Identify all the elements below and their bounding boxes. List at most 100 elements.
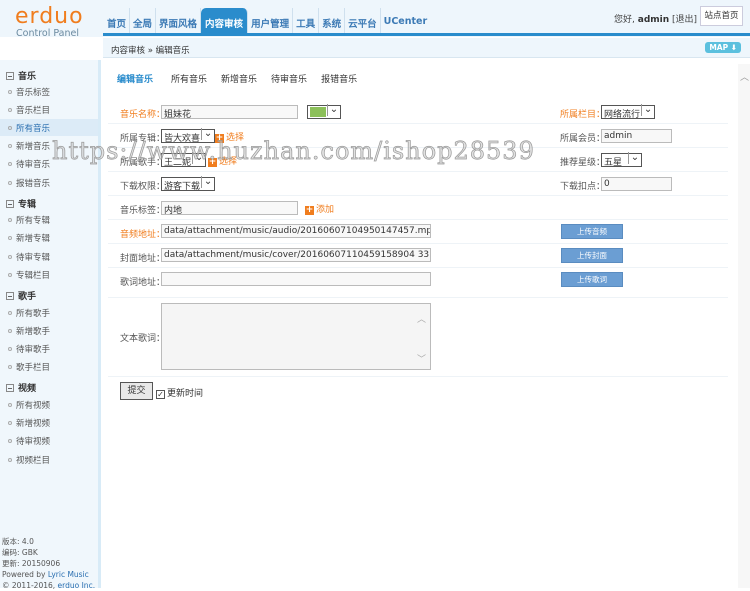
sidebar-item[interactable]: 新增音乐 [0, 137, 98, 154]
collapse-icon [6, 384, 14, 392]
color-swatch [310, 107, 326, 117]
sidebar-item-label: 歌手栏目 [16, 363, 51, 373]
member-input[interactable]: admin [601, 129, 672, 143]
music-name-input[interactable]: 姐妹花 [161, 105, 298, 119]
logo-subtitle: Control Panel [16, 28, 79, 39]
audio-label: 音频地址： [120, 230, 166, 240]
sidebar-item[interactable]: 待审专辑 [0, 248, 98, 265]
sidebar-item[interactable]: 待审视频 [0, 432, 98, 449]
nav-style[interactable]: 界面风格 [156, 8, 202, 34]
choose-label: 选择 [219, 157, 238, 167]
text-lyrics-textarea[interactable]: ︿ ﹀ [161, 303, 431, 370]
nav-cloud[interactable]: 云平台 [345, 8, 381, 34]
sidebar-item-label: 新增视频 [16, 419, 51, 429]
sidebar-item[interactable]: 待审歌手 [0, 340, 98, 357]
tab-all-music[interactable]: 所有音乐 [171, 72, 207, 85]
group-title: 视频 [18, 384, 37, 394]
plus-icon: + [215, 133, 224, 143]
sidebar-item[interactable]: 待审音乐 [0, 155, 98, 172]
scroll-up-icon[interactable]: ︿ [417, 312, 426, 325]
form-row: 封面地址： data/attachment/music/cover/201606… [108, 244, 728, 268]
bullet-icon [8, 458, 12, 462]
sidebar-group-album[interactable]: 专辑 [6, 197, 36, 210]
sidebar-item[interactable]: 新增视频 [0, 414, 98, 431]
album-select[interactable]: 皆大欢喜 [161, 128, 216, 144]
album-choose-button[interactable]: + 选择 [215, 130, 244, 143]
nav-content-review[interactable]: 内容审核 [201, 8, 249, 34]
download-points-input[interactable]: 0 [601, 177, 672, 191]
nav-system[interactable]: 系统 [319, 8, 346, 34]
nav-global[interactable]: 全局 [130, 8, 157, 34]
nav-ucenter[interactable]: UCenter [381, 8, 431, 34]
title-color-select[interactable] [307, 104, 341, 119]
sidebar-item[interactable]: 新增专辑 [0, 229, 98, 246]
category-select[interactable]: 网络流行 [601, 104, 656, 120]
checkbox-checked-icon: ✓ [156, 390, 165, 399]
copyright-link[interactable]: erduo Inc. [58, 581, 96, 590]
sidebar-item-label: 专辑栏目 [16, 271, 51, 281]
sidebar-item[interactable]: 音乐标签 [0, 83, 98, 100]
breadcrumb-current: 编辑音乐 [155, 46, 190, 56]
choose-label: 选择 [226, 133, 245, 143]
breadcrumb-parent[interactable]: 内容审核 [111, 46, 145, 56]
version: 版本: 4.0 [2, 537, 34, 546]
cover-url-input[interactable]: data/attachment/music/cover/201606071104… [161, 248, 431, 262]
tab-error-music[interactable]: 报错音乐 [321, 72, 357, 85]
sidebar-item[interactable]: 所有视频 [0, 396, 98, 413]
bullet-icon [8, 90, 12, 94]
submit-button[interactable]: 提交 [120, 382, 153, 400]
plus-icon: + [305, 205, 314, 215]
site-home-button[interactable]: 站点首页 [700, 6, 743, 26]
scroll-up-icon[interactable]: ︿ [740, 70, 749, 83]
bullet-icon [8, 347, 12, 351]
star-select[interactable]: 五星 [601, 152, 642, 168]
tab-pending-music[interactable]: 待审音乐 [271, 72, 307, 85]
logo[interactable]: erduo Control Panel [15, 6, 84, 40]
upload-cover-button[interactable]: 上传封面 [561, 248, 623, 263]
sidebar-item[interactable]: 视频栏目 [0, 451, 98, 468]
scroll-down-icon[interactable]: ﹀ [417, 352, 426, 365]
sidebar-item-label: 所有视频 [16, 401, 51, 411]
sidebar-item[interactable]: 歌手栏目 [0, 358, 98, 375]
nav-tools[interactable]: 工具 [293, 8, 320, 34]
sidebar-group-music[interactable]: 音乐 [6, 69, 36, 82]
username: admin [637, 15, 670, 25]
download-permission-select[interactable]: 游客下载 [161, 176, 216, 192]
sidebar-group-singer[interactable]: 歌手 [6, 289, 36, 302]
group-title: 音乐 [18, 72, 37, 82]
page-scrollbar[interactable]: ︿ [738, 64, 750, 588]
collapse-icon [6, 292, 14, 300]
map-button[interactable]: MAP ⬇ [705, 42, 741, 53]
upload-audio-button[interactable]: 上传音频 [561, 224, 623, 239]
update-time-checkbox[interactable]: ✓ 更新时间 [156, 386, 203, 399]
sidebar-item[interactable]: 专辑栏目 [0, 266, 98, 283]
audio-url-input[interactable]: data/attachment/music/audio/201606071049… [161, 224, 431, 238]
sidebar-item[interactable]: 所有专辑 [0, 211, 98, 228]
logout-link[interactable]: [退出] [672, 15, 697, 25]
powered-link[interactable]: Lyric Music [48, 570, 89, 579]
main-nav: 首页 全局 界面风格 内容审核 用户管理 工具 系统 云平台 UCenter [104, 8, 430, 34]
tab-edit-music[interactable]: 编辑音乐 [117, 72, 153, 85]
nav-home[interactable]: 首页 [104, 8, 131, 34]
sidebar-item[interactable]: 音乐栏目 [0, 101, 98, 118]
bullet-icon [8, 439, 12, 443]
breadcrumb-separator: » [147, 46, 153, 56]
tab-new-music[interactable]: 新增音乐 [221, 72, 257, 85]
sidebar-item-active[interactable]: 所有音乐 [0, 119, 98, 136]
sidebar-item[interactable]: 新增歌手 [0, 322, 98, 339]
singer-choose-button[interactable]: + 选择 [208, 154, 237, 167]
powered-by: Powered by [2, 570, 48, 579]
nav-users[interactable]: 用户管理 [248, 8, 294, 34]
form-row: 所属专辑： 皆大欢喜 +选择 所属会员： admin [108, 124, 728, 148]
tag-input[interactable]: 内地 [161, 201, 298, 215]
tag-add-button[interactable]: + 添加 [305, 202, 334, 215]
sidebar-group-video[interactable]: 视频 [6, 381, 36, 394]
sidebar-item[interactable]: 报错音乐 [0, 174, 98, 191]
lyrics-url-input[interactable] [161, 272, 431, 286]
upload-lyrics-button[interactable]: 上传歌词 [561, 272, 623, 287]
sidebar-item[interactable]: 所有歌手 [0, 304, 98, 321]
collapse-icon [6, 200, 14, 208]
nav-underline [103, 33, 750, 36]
bullet-icon [8, 218, 12, 222]
singer-select[interactable]: 王二妮 [161, 152, 207, 168]
